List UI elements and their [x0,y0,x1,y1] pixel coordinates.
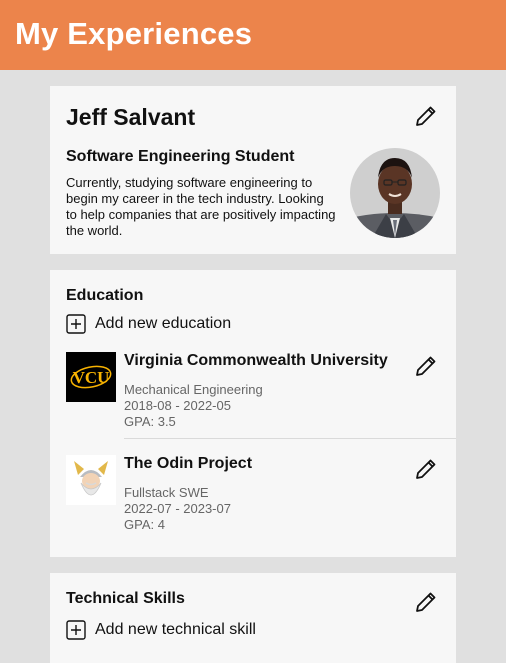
education-field: Mechanical Engineering [124,382,263,397]
pencil-icon [416,592,436,612]
education-dates: 2018-08 - 2022-05 [124,398,231,413]
education-gpa: GPA: 3.5 [124,414,176,429]
education-entry: VCU Virginia Commonwealth University Mec… [66,352,456,432]
edit-profile-button[interactable] [414,104,438,128]
add-technical-skill-label: Add new technical skill [95,621,256,638]
odin-logo [66,455,116,505]
education-school: Virginia Commonwealth University [124,352,388,369]
add-technical-skill-button[interactable]: Add new technical skill [66,620,256,640]
skills-section-title: Technical Skills [66,590,185,607]
edit-education-button[interactable] [414,354,438,378]
profile-name: Jeff Salvant [66,104,196,130]
technical-skills-card: Technical Skills Add new technical skill [50,573,456,663]
education-field: Fullstack SWE [124,485,209,500]
pencil-icon [416,356,436,376]
vcu-logo: VCU [66,352,116,402]
page-title: My Experiences [15,16,253,51]
profile-headline: Software Engineering Student [66,148,295,165]
education-card: Education Add new education VCU Virginia… [50,270,456,557]
education-section-title: Education [66,287,144,304]
education-dates: 2022-07 - 2023-07 [124,501,231,516]
vcu-logo-text: VCU [73,368,110,387]
add-education-button[interactable]: Add new education [66,314,231,334]
add-education-label: Add new education [95,315,232,332]
profile-card: Jeff Salvant Software Engineering Studen… [50,86,456,254]
edit-education-button[interactable] [414,457,438,481]
pencil-icon [416,459,436,479]
education-entry: The Odin Project Fullstack SWE 2022-07 -… [66,455,456,535]
plus-square-icon [66,314,86,334]
entry-divider [124,438,456,439]
edit-skills-button[interactable] [414,590,438,614]
avatar [350,148,440,238]
education-school: The Odin Project [124,455,253,472]
education-gpa: GPA: 4 [124,517,165,532]
pencil-icon [416,106,436,126]
plus-square-icon [66,620,86,640]
app-header: My Experiences [0,0,506,70]
profile-bio: Currently, studying software engineering… [66,175,336,238]
